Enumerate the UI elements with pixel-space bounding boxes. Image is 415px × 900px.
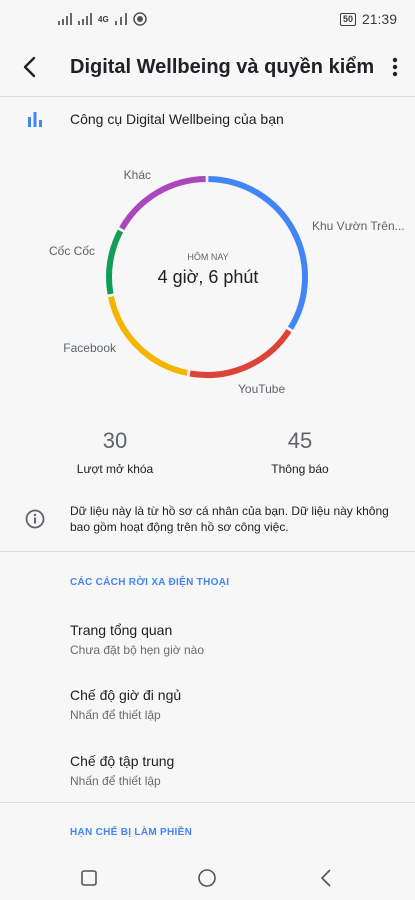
info-text: Dữ liệu này là từ hồ sơ cá nhân của bạn.… — [70, 504, 389, 534]
signal-icon-2 — [78, 13, 92, 25]
usage-donut-chart[interactable]: HÔM NAY 4 giờ, 6 phút Khu Vườn Trên... Yo… — [0, 160, 415, 400]
list-item-dashboard[interactable]: Trang tổng quan Chưa đặt bộ hẹn giờ nào — [70, 622, 390, 672]
donut-label-2: Facebook — [63, 341, 117, 355]
center-caption: HÔM NAY — [187, 252, 228, 262]
list-item-focus-mode[interactable]: Chế độ tập trung Nhấn để thiết lập — [70, 753, 390, 803]
unlocks-stat[interactable]: 30 Lượt mở khóa — [35, 428, 195, 476]
square-icon — [81, 870, 97, 886]
circle-icon — [198, 869, 217, 887]
section-header-disconnect: CÁC CÁCH RỜI XA ĐIỆN THOẠI — [70, 577, 230, 588]
back-button[interactable] — [0, 38, 58, 96]
item-title: Trang tổng quan — [70, 622, 173, 638]
triangle-back-icon — [321, 869, 331, 887]
more-vert-icon — [392, 57, 398, 77]
home-button[interactable] — [187, 858, 227, 898]
info-icon — [25, 509, 45, 529]
status-right: 50 21:39 — [339, 11, 397, 27]
donut-label-0: Khu Vườn Trên... — [312, 219, 405, 233]
info-icon-wrap — [0, 503, 70, 535]
donut-segment-2 — [108, 296, 188, 376]
item-subtitle: Nhấn để thiết lập — [70, 708, 161, 722]
item-subtitle: Chưa đặt bộ hẹn giờ nào — [70, 643, 204, 657]
section-header-interruptions: HẠN CHẾ BỊ LÀM PHIỀN — [70, 827, 193, 838]
donut-segment-1 — [189, 329, 292, 378]
arrow-back-icon — [23, 56, 36, 78]
app-bar: Digital Wellbeing và quyền kiểm... — [0, 38, 415, 96]
bar-chart-icon — [28, 112, 42, 127]
divider — [0, 551, 415, 552]
status-icons: 4G — [58, 12, 147, 26]
tools-label: Công cụ Digital Wellbeing của bạn — [70, 111, 284, 127]
divider — [0, 96, 415, 97]
item-title: Chế độ tập trung — [70, 753, 175, 769]
divider — [0, 802, 415, 803]
recents-button[interactable] — [69, 858, 109, 898]
page-title: Digital Wellbeing và quyền kiểm... — [70, 55, 375, 78]
stats-row: 30 Lượt mở khóa 45 Thông báo — [0, 428, 415, 488]
battery-icon: 50 — [339, 12, 356, 26]
unlocks-label: Lượt mở khóa — [76, 462, 154, 476]
back-nav-button[interactable] — [306, 858, 346, 898]
status-bar: 4G 50 21:39 — [0, 0, 415, 38]
center-value: 4 giờ, 6 phút — [158, 267, 259, 287]
signal-icon — [58, 13, 72, 25]
vpn-icon — [132, 12, 147, 26]
donut-segment-3 — [106, 229, 124, 295]
unlocks-count: 30 — [102, 428, 128, 453]
info-row: Dữ liệu này là từ hồ sơ cá nhân của bạn.… — [0, 503, 415, 535]
notifications-label: Thông báo — [271, 462, 329, 476]
item-subtitle: Nhấn để thiết lập — [70, 774, 161, 788]
donut-label-3: Cốc Cốc — [49, 244, 95, 258]
item-title: Chế độ giờ đi ngủ — [70, 687, 182, 703]
tools-row: Công cụ Digital Wellbeing của bạn — [0, 100, 415, 138]
donut-label-4: Khác — [124, 168, 151, 182]
more-options-button[interactable] — [375, 38, 415, 96]
signal-icon-3 — [114, 13, 127, 25]
notifications-stat[interactable]: 45 Thông báo — [220, 428, 380, 476]
notifications-count: 45 — [287, 428, 313, 453]
donut-label-1: YouTube — [238, 382, 285, 396]
donut-segment-4 — [119, 176, 206, 231]
clock: 21:39 — [361, 11, 397, 27]
system-nav-bar — [0, 856, 415, 900]
list-item-bedtime[interactable]: Chế độ giờ đi ngủ Nhấn để thiết lập — [70, 687, 390, 737]
network-type: 4G — [98, 14, 109, 24]
tools-icon-wrap — [0, 111, 70, 127]
